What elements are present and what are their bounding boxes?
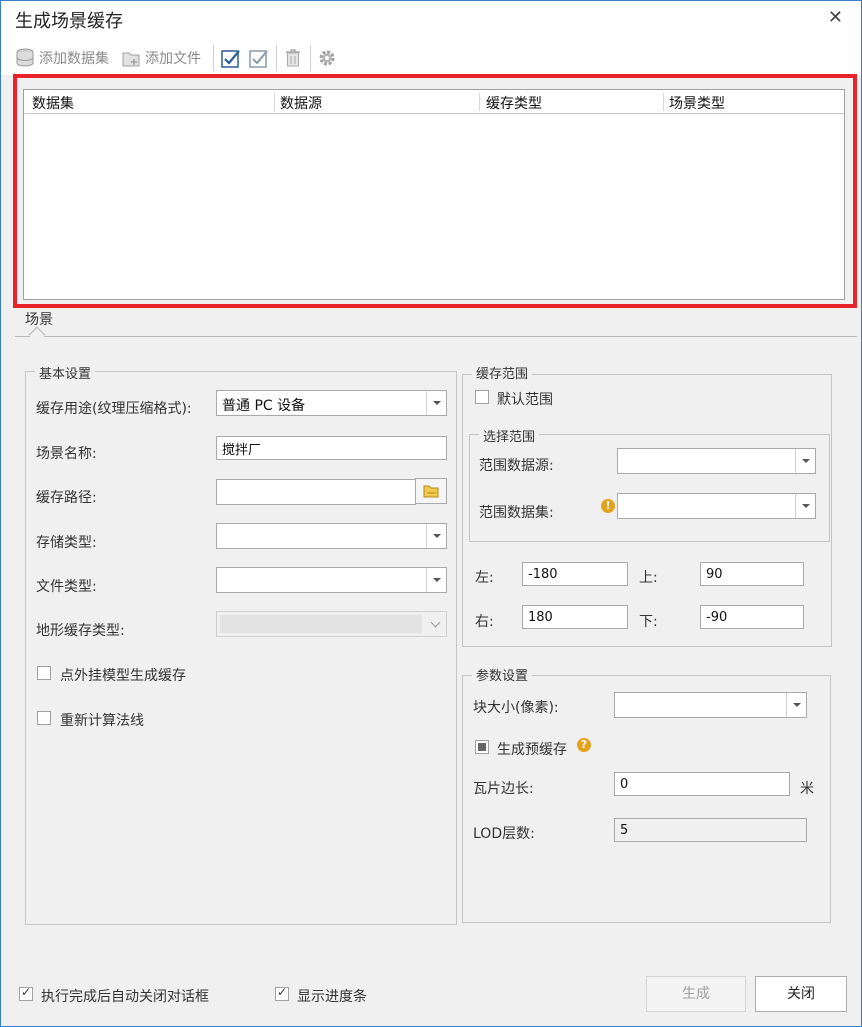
settings-button[interactable] [317, 47, 341, 69]
cache-path-input[interactable] [216, 479, 416, 505]
warning-icon: ! [601, 499, 615, 513]
add-file-icon [121, 48, 141, 68]
left-bound-input[interactable] [522, 562, 628, 586]
check-all-icon [221, 48, 241, 68]
scene-name-input[interactable] [216, 436, 447, 460]
right-bound-label: 右: [475, 614, 494, 630]
cache-usage-select[interactable]: 普通 PC 设备 [216, 390, 447, 416]
left-bound-label: 左: [475, 570, 494, 586]
title-bar: 生成场景缓存 ✕ [1, 1, 861, 37]
toolbar-separator [276, 45, 277, 71]
file-type-label: 文件类型: [36, 579, 97, 595]
lod-levels-input [614, 818, 807, 842]
folder-icon [423, 485, 439, 498]
chevron-down-icon [426, 612, 446, 636]
database-icon [15, 48, 35, 68]
generate-button[interactable]: 生成 [646, 976, 746, 1012]
bottom-bound-input[interactable] [700, 605, 804, 629]
column-header-scene-type[interactable]: 场景类型 [669, 93, 725, 113]
chevron-down-icon[interactable] [426, 568, 446, 592]
check-invert-icon [249, 48, 269, 68]
column-separator[interactable] [479, 93, 480, 111]
show-progress-label: 显示进度条 [297, 989, 367, 1005]
cache-usage-value: 普通 PC 设备 [222, 398, 306, 414]
tab-scene[interactable]: 场景 [25, 309, 53, 329]
trash-icon [283, 48, 303, 68]
column-separator[interactable] [663, 93, 664, 111]
help-icon[interactable]: ? [577, 738, 591, 752]
tile-edge-label: 瓦片边长: [473, 781, 534, 797]
select-range-legend: 选择范围 [479, 426, 540, 445]
browse-folder-button[interactable] [415, 478, 447, 504]
recompute-normals-checkbox[interactable] [37, 711, 51, 725]
basic-settings-legend: 基本设置 [35, 363, 96, 382]
add-file-label: 添加文件 [145, 51, 201, 67]
point-model-label: 点外挂模型生成缓存 [60, 668, 186, 684]
auto-close-label: 执行完成后自动关闭对话框 [41, 989, 209, 1005]
pre-cache-checkbox[interactable] [475, 740, 489, 754]
column-header-dataset[interactable]: 数据集 [32, 93, 74, 113]
dialog-title: 生成场景缓存 [15, 11, 123, 32]
chevron-down-icon[interactable] [426, 524, 446, 548]
column-header-cache-type[interactable]: 缓存类型 [486, 93, 542, 113]
show-progress-checkbox[interactable] [275, 985, 289, 1001]
cache-range-legend: 缓存范围 [472, 363, 533, 382]
block-size-label: 块大小(像素): [473, 700, 559, 716]
add-dataset-label: 添加数据集 [39, 51, 109, 67]
lod-levels-label: LOD层数: [473, 826, 535, 842]
grid-header: 数据集 数据源 缓存类型 场景类型 [24, 90, 844, 114]
tab-indicator [28, 326, 46, 344]
terrain-cache-type-select [216, 611, 447, 637]
pre-cache-label: 生成预缓存 [497, 742, 567, 758]
bottom-bound-label: 下: [639, 614, 658, 630]
right-bound-input[interactable] [522, 605, 628, 629]
select-all-button[interactable] [221, 47, 245, 69]
gear-icon [317, 48, 337, 68]
scene-name-label: 场景名称: [36, 446, 97, 462]
range-datasource-select[interactable] [617, 448, 816, 474]
terrain-cache-type-label: 地形缓存类型: [36, 623, 125, 639]
parameter-settings-legend: 参数设置 [472, 665, 533, 684]
delete-button[interactable] [283, 47, 307, 69]
range-dataset-label: 范围数据集: [479, 505, 554, 521]
toolbar-separator [213, 45, 214, 71]
add-dataset-button[interactable]: 添加数据集 [15, 47, 109, 69]
default-range-label: 默认范围 [497, 392, 553, 408]
storage-type-label: 存储类型: [36, 535, 97, 551]
dialog-window: 生成场景缓存 ✕ 添加数据集 添加文件 数据集 数据源 缓存类型 场景类型 场景… [0, 0, 862, 1027]
tile-edge-input[interactable] [614, 772, 790, 796]
tab-divider [15, 336, 857, 337]
range-datasource-label: 范围数据源: [479, 458, 554, 474]
default-range-checkbox[interactable] [475, 390, 489, 404]
toolbar: 添加数据集 添加文件 [1, 37, 861, 75]
top-bound-label: 上: [639, 570, 658, 586]
invert-select-button[interactable] [249, 47, 273, 69]
column-separator[interactable] [274, 93, 275, 111]
close-icon[interactable]: ✕ [828, 7, 843, 28]
cache-path-label: 缓存路径: [36, 490, 97, 506]
file-type-select[interactable] [216, 567, 447, 593]
column-header-datasource[interactable]: 数据源 [280, 93, 322, 113]
dataset-grid[interactable]: 数据集 数据源 缓存类型 场景类型 [23, 89, 845, 300]
point-model-checkbox[interactable] [37, 666, 51, 680]
toolbar-separator [310, 45, 311, 71]
recompute-normals-label: 重新计算法线 [60, 713, 144, 729]
chevron-down-icon[interactable] [795, 449, 815, 473]
top-bound-input[interactable] [700, 562, 804, 586]
close-button[interactable]: 关闭 [755, 976, 847, 1012]
range-dataset-select[interactable] [617, 493, 816, 519]
add-file-button[interactable]: 添加文件 [121, 47, 201, 69]
chevron-down-icon[interactable] [786, 693, 806, 717]
block-size-select[interactable] [614, 692, 807, 718]
cache-usage-label: 缓存用途(纹理压缩格式): [36, 401, 192, 417]
auto-close-checkbox[interactable] [19, 985, 33, 1001]
tile-edge-unit: 米 [800, 781, 814, 797]
storage-type-select[interactable] [216, 523, 447, 549]
chevron-down-icon[interactable] [795, 494, 815, 518]
chevron-down-icon[interactable] [426, 391, 446, 415]
